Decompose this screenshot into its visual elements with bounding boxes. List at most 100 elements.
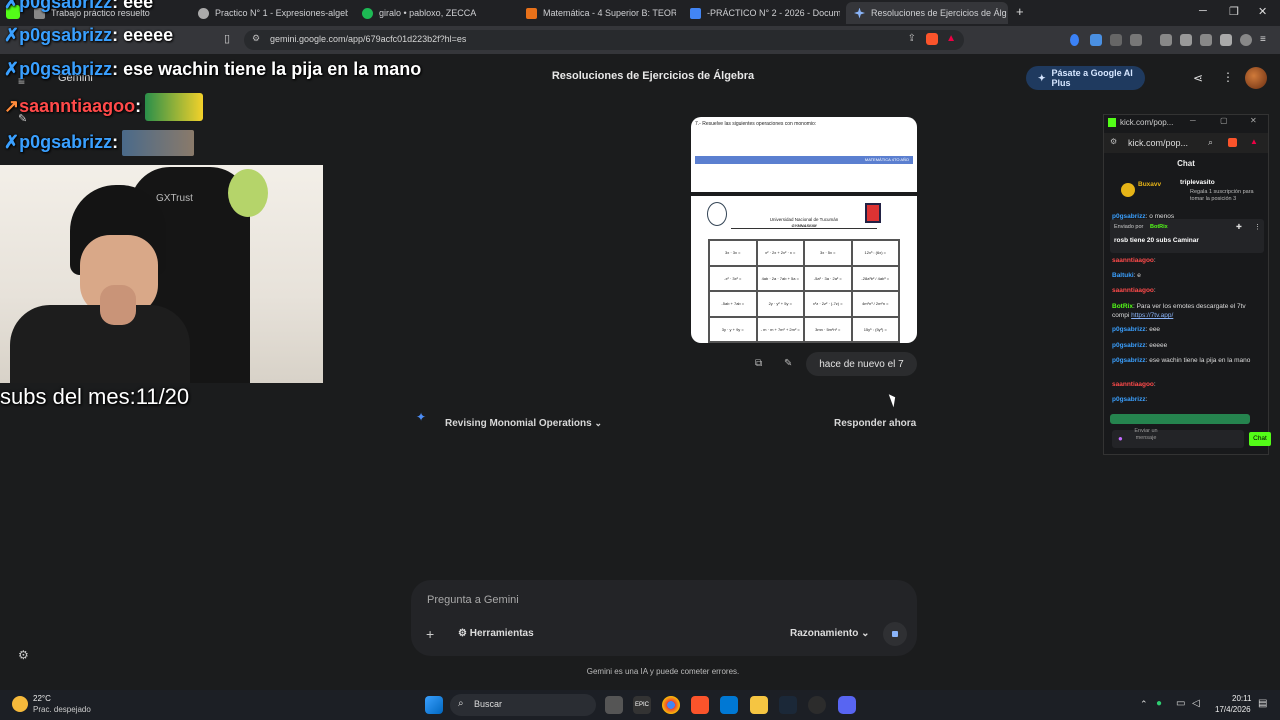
extension-1-icon[interactable]	[1090, 34, 1102, 46]
network-icon[interactable]: ▭	[1176, 698, 1185, 709]
site-info-icon[interactable]: ⚙	[252, 33, 260, 44]
worksheet-cell: 15y⁵ : (5y³) =	[851, 316, 899, 342]
chevron-up-icon[interactable]: ⌃	[1140, 699, 1148, 710]
edit-icon[interactable]: ✎	[784, 358, 792, 369]
tab-matematica[interactable]: Matemática - 4 Superior B: TEORÍA -	[526, 2, 676, 24]
tab-practico-1[interactable]: Practico N° 1 - Expresiones-algebraic	[198, 2, 348, 24]
worksheet-cell: 3mn · 5m²n² =	[804, 316, 852, 342]
audio-icon[interactable]	[1070, 34, 1079, 46]
more-options-icon[interactable]: ⋮	[1222, 70, 1234, 84]
7tv-link[interactable]: https://7tv.app/	[1131, 312, 1173, 319]
weather-sun-icon[interactable]	[12, 696, 28, 712]
leo-icon[interactable]	[1220, 34, 1232, 46]
conversation-title[interactable]: Resoluciones de Ejercicios de Álgebra	[440, 70, 866, 82]
brave-icon[interactable]	[691, 696, 709, 714]
top-gifter-1[interactable]: Buxavv	[1138, 181, 1161, 188]
kick-input-placeholder: Enviar un mensaje	[1134, 428, 1158, 441]
restore-icon[interactable]: ❐	[1229, 5, 1239, 18]
chrome-icon[interactable]	[662, 696, 680, 714]
university-name: Universidad Nacional de Tucumán	[769, 217, 839, 222]
kick-url-bar[interactable]: ⚙ kick.com/pop... ⌕ ▲	[1104, 133, 1268, 153]
kick-zoom-icon[interactable]: ⌕	[1208, 137, 1213, 148]
kick-minimize-icon[interactable]: ─	[1190, 116, 1196, 125]
minimize-icon[interactable]: ─	[1199, 5, 1207, 17]
kick-message: saanntiaagoo:	[1112, 381, 1156, 388]
pinned-message[interactable]: Enviado por BotRix rosb tiene 20 subs Ca…	[1110, 219, 1264, 253]
media-icon[interactable]	[1160, 34, 1172, 46]
close-window-icon[interactable]: ✕	[1258, 5, 1267, 18]
weather-temp[interactable]: 22°C	[33, 694, 51, 703]
microphone-icon[interactable]: ●	[1156, 698, 1162, 709]
share-conversation-icon[interactable]: ⋖	[1193, 71, 1203, 85]
wallet-icon[interactable]	[1200, 34, 1212, 46]
kick-logo-icon	[1108, 118, 1116, 127]
kick-close-icon[interactable]: ✕	[1250, 116, 1257, 125]
new-tab-button[interactable]: +	[1016, 4, 1024, 19]
kick-rewards-icon[interactable]: ▲	[1250, 137, 1258, 146]
stop-button[interactable]	[883, 622, 907, 646]
clock-date[interactable]: 17/4/2026	[1215, 705, 1251, 714]
prompt-input[interactable]: Pregunta a Gemini	[427, 594, 519, 606]
gift-prompt[interactable]: Regala 1 suscripción para tomar la posic…	[1190, 189, 1264, 203]
clock-time[interactable]: 20:11	[1232, 694, 1251, 703]
steam-icon[interactable]	[779, 696, 797, 714]
chevron-down-icon: ⌄	[861, 628, 870, 639]
attached-worksheet-image[interactable]: 7.- Resuelve las siguientes operaciones …	[691, 117, 917, 343]
overlay-badge-icon: ✗	[4, 0, 20, 12]
extension-3-icon[interactable]	[1130, 34, 1142, 46]
bookmark-icon[interactable]: ▯	[224, 32, 230, 45]
kick-chat-input[interactable]	[1112, 430, 1244, 448]
vpn-icon[interactable]	[1240, 34, 1252, 46]
sidebar-icon[interactable]	[1180, 34, 1192, 46]
pin-icon[interactable]: ✚	[1236, 223, 1242, 231]
file-explorer-icon[interactable]	[750, 696, 768, 714]
upgrade-button[interactable]: ✦ Pásate a Google AI Plus	[1026, 66, 1145, 90]
kick-restore-icon[interactable]: ▢	[1220, 116, 1228, 125]
discord-icon[interactable]	[838, 696, 856, 714]
worksheet-cell: x²z · 2z² · (-7z) =	[804, 291, 852, 317]
store-icon[interactable]	[720, 696, 738, 714]
kick-message: saanntiaagoo:	[1112, 257, 1156, 264]
kick-message: Baltuki: e	[1112, 272, 1141, 279]
task-view-icon[interactable]	[605, 696, 623, 714]
avatar[interactable]	[1245, 67, 1267, 89]
weather-desc[interactable]: Prac. despejado	[33, 705, 91, 714]
top-gifter-2[interactable]: triplevasito	[1180, 179, 1215, 186]
copy-icon[interactable]: ⧉	[755, 358, 762, 369]
kick-message: BotRix: Para ver los emotes descargate e…	[1112, 303, 1246, 319]
mic-icon[interactable]: ●	[1118, 434, 1123, 443]
tab-practico-2[interactable]: -PRÁCTICO N° 2 - 2026 - Documento	[690, 2, 840, 24]
tab-gemini[interactable]: Resoluciones de Ejercicios de Álg✕	[846, 2, 1008, 24]
tab-spotify[interactable]: giralo • pabloxo, ZECCA	[362, 2, 512, 24]
respond-now-button[interactable]: Responder ahora	[834, 418, 916, 429]
kick-message: p0gsabrizz: ese wachin tiene la pija en …	[1112, 357, 1251, 364]
add-attachment-icon[interactable]: +	[426, 626, 434, 642]
more-icon[interactable]: ⋮	[1254, 223, 1261, 231]
taskbar-search[interactable]: ⌕ Buscar	[450, 694, 596, 716]
brave-rewards-icon[interactable]: ▲	[946, 33, 956, 44]
kick-send-button[interactable]: Chat	[1249, 432, 1271, 446]
windows-start-icon[interactable]	[425, 696, 443, 714]
share-icon[interactable]: ⇪	[908, 33, 916, 44]
emote-bar[interactable]	[1110, 414, 1250, 424]
volume-icon[interactable]: ◁	[1192, 698, 1200, 709]
settings-gear-icon[interactable]: ⚙	[18, 648, 29, 662]
kick-site-info-icon: ⚙	[1110, 137, 1118, 146]
kick-message: p0gsabrizz: o menos	[1112, 213, 1175, 220]
url-bar[interactable]: ⚙ gemini.google.com/app/679acfc01d223b2f…	[244, 30, 964, 50]
kick-brave-icon[interactable]	[1228, 138, 1237, 147]
mode-selector[interactable]: Razonamiento ⌄	[790, 628, 870, 639]
menu-icon[interactable]: ≡	[1260, 34, 1272, 46]
kick-message: p0gsabrizz: eee	[1112, 326, 1161, 333]
reasoning-toggle[interactable]: Revising Monomial Operations ⌄	[445, 418, 602, 429]
notifications-icon[interactable]: ▤	[1258, 698, 1267, 709]
epic-games-icon[interactable]: EPIC	[633, 696, 651, 714]
worksheet-cell: 4m²n³ / 2m²n =	[851, 291, 899, 317]
docs-icon	[690, 7, 701, 19]
emote-image	[122, 130, 195, 156]
tools-button[interactable]: ⚙ Herramientas	[458, 628, 534, 639]
browser-tab-bar: Trabajo práctico resuelto Practico N° 1 …	[0, 0, 1280, 26]
app-icon[interactable]	[808, 696, 826, 714]
extension-2-icon[interactable]	[1110, 34, 1122, 46]
brave-shield-icon[interactable]	[926, 33, 938, 45]
